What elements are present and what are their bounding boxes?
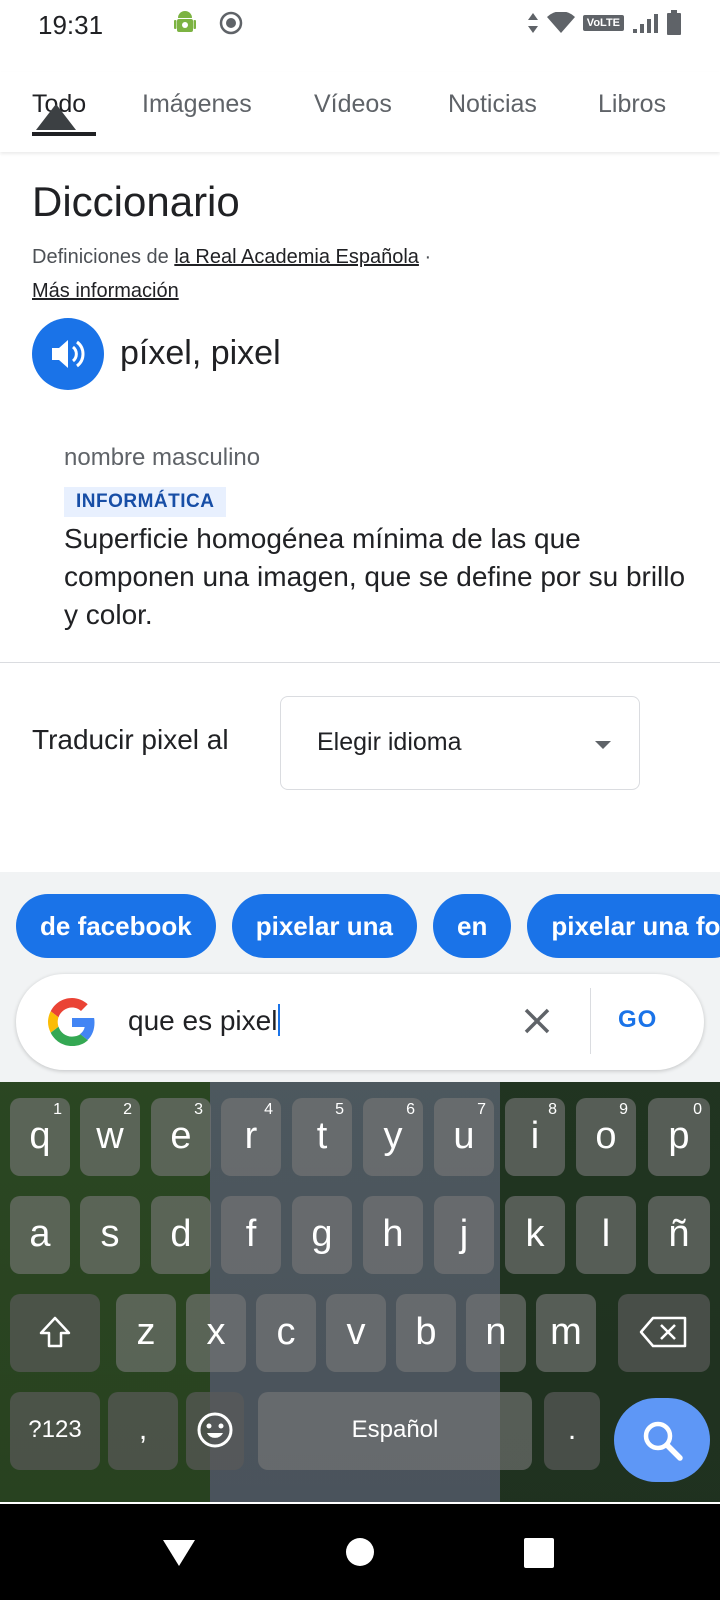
- warning-triangle-icon: [36, 104, 76, 130]
- key-t[interactable]: t5: [292, 1098, 352, 1176]
- comma-key[interactable]: ,: [108, 1392, 178, 1470]
- search-tabs: Todo Imágenes Vídeos Noticias Libros: [0, 72, 720, 152]
- key-d[interactable]: d: [151, 1196, 211, 1274]
- screen-record-icon: [219, 11, 243, 35]
- rae-link[interactable]: la Real Academia Española: [174, 246, 419, 268]
- language-select-value: Elegir idioma: [317, 728, 462, 756]
- key-n[interactable]: n: [466, 1294, 526, 1372]
- headword: píxel, pixel: [120, 334, 281, 372]
- navigation-bar: [0, 1504, 720, 1600]
- part-of-speech: nombre masculino: [64, 444, 261, 471]
- key-o[interactable]: o9: [576, 1098, 636, 1176]
- signal-icon: [633, 14, 658, 33]
- domain-badge: INFORMÁTICA: [64, 487, 227, 517]
- data-arrows-icon: [527, 13, 538, 33]
- back-icon[interactable]: [162, 1538, 196, 1568]
- search-input[interactable]: que es pixel: [128, 1004, 281, 1037]
- key-u[interactable]: u7: [434, 1098, 494, 1176]
- android-debug-icon: [174, 11, 196, 32]
- key-v[interactable]: v: [326, 1294, 386, 1372]
- battery-icon: [667, 10, 681, 35]
- keyboard: q1 w2 e3 r4 t5 y6 u7 i8 o9 p0 a s d f g …: [0, 1082, 720, 1502]
- go-button[interactable]: GO: [618, 1006, 657, 1034]
- key-c[interactable]: c: [256, 1294, 316, 1372]
- dictionary-title: Diccionario: [32, 178, 240, 225]
- period-key[interactable]: .: [544, 1392, 600, 1470]
- key-y[interactable]: y6: [363, 1098, 423, 1176]
- suggestion-chip[interactable]: pixelar una fo: [527, 894, 720, 958]
- backspace-icon: [639, 1316, 687, 1348]
- key-e[interactable]: e3: [151, 1098, 211, 1176]
- key-b[interactable]: b: [396, 1294, 456, 1372]
- clear-icon[interactable]: [522, 1006, 552, 1036]
- key-w[interactable]: w2: [80, 1098, 140, 1176]
- tab-videos[interactable]: Vídeos: [314, 90, 392, 119]
- space-key[interactable]: Español: [258, 1392, 532, 1470]
- recents-icon[interactable]: [524, 1538, 554, 1568]
- active-tab-indicator: [32, 132, 96, 136]
- key-h[interactable]: h: [363, 1196, 423, 1274]
- shift-icon: [39, 1316, 71, 1348]
- status-bar: 19:31 VoLTE: [0, 0, 720, 50]
- key-x[interactable]: x: [186, 1294, 246, 1372]
- key-p[interactable]: p0: [648, 1098, 710, 1176]
- key-z[interactable]: z: [116, 1294, 176, 1372]
- tab-libros[interactable]: Libros: [598, 90, 666, 119]
- search-query: que es pixel: [128, 1005, 278, 1036]
- emoji-key[interactable]: [186, 1392, 244, 1470]
- key-m[interactable]: m: [536, 1294, 596, 1372]
- divider: [0, 662, 720, 663]
- key-i[interactable]: i8: [505, 1098, 565, 1176]
- suggestion-chip[interactable]: en: [433, 894, 512, 958]
- volte-badge: VoLTE: [582, 15, 624, 31]
- search-bar: que es pixel GO: [16, 974, 704, 1070]
- suggestion-chip[interactable]: de facebook: [16, 894, 216, 958]
- more-info-link[interactable]: Más información: [32, 280, 179, 303]
- key-q[interactable]: q1: [10, 1098, 70, 1176]
- text-cursor: [278, 1004, 281, 1036]
- language-select[interactable]: Elegir idioma: [280, 696, 640, 790]
- key-enye[interactable]: ñ: [648, 1196, 710, 1274]
- source-prefix: Definiciones de: [32, 246, 169, 268]
- key-f[interactable]: f: [221, 1196, 281, 1274]
- pronounce-button[interactable]: [32, 318, 104, 390]
- search-icon: [643, 1421, 683, 1461]
- dictionary-source: Definiciones de la Real Academia Español…: [32, 246, 431, 269]
- key-a[interactable]: a: [10, 1196, 70, 1274]
- keyboard-search-key[interactable]: [614, 1398, 710, 1482]
- key-g[interactable]: g: [292, 1196, 352, 1274]
- dropdown-caret-icon: [595, 741, 611, 749]
- emoji-icon: [197, 1412, 233, 1448]
- key-l[interactable]: l: [576, 1196, 636, 1274]
- symbols-key[interactable]: ?123: [10, 1392, 100, 1470]
- key-r[interactable]: r4: [221, 1098, 281, 1176]
- key-j[interactable]: j: [434, 1196, 494, 1274]
- definition-text: Superficie homogénea mínima de las que c…: [64, 523, 686, 630]
- source-separator: ·: [424, 246, 432, 268]
- suggestion-chips: de facebook pixelar una en pixelar una f…: [16, 894, 720, 958]
- tab-imagenes[interactable]: Imágenes: [142, 90, 252, 119]
- go-separator: [590, 988, 591, 1054]
- home-icon[interactable]: [346, 1538, 374, 1566]
- status-time: 19:31: [38, 10, 104, 40]
- key-k[interactable]: k: [505, 1196, 565, 1274]
- shift-key[interactable]: [10, 1294, 100, 1372]
- wifi-icon: [546, 12, 575, 33]
- speaker-icon: [52, 340, 85, 368]
- translate-label: Traducir pixel al: [32, 724, 229, 755]
- tab-noticias[interactable]: Noticias: [448, 90, 537, 119]
- backspace-key[interactable]: [618, 1294, 710, 1372]
- suggestion-chip[interactable]: pixelar una: [231, 894, 417, 958]
- key-s[interactable]: s: [80, 1196, 140, 1274]
- google-logo-icon: [48, 998, 95, 1046]
